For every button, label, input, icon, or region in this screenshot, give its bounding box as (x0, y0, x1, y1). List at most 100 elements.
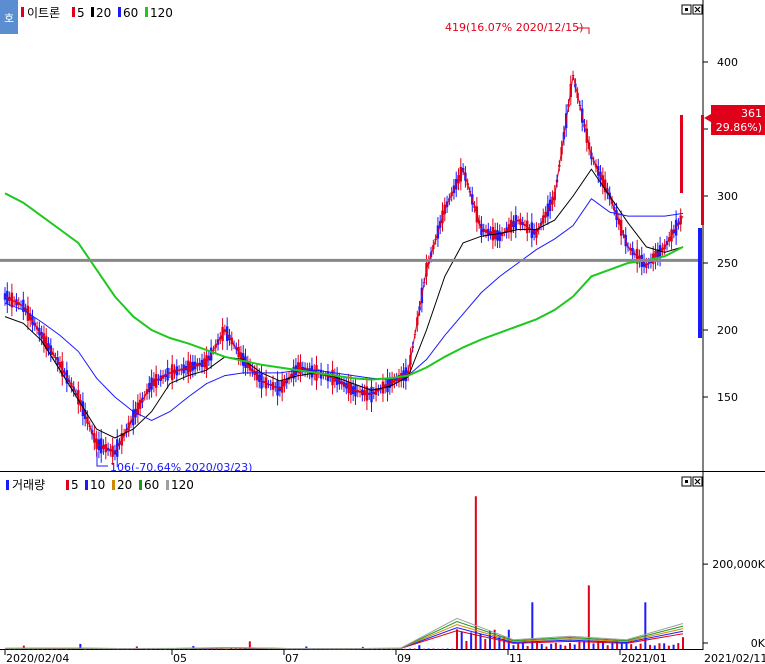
volume-title-marker (6, 480, 9, 490)
volume-legend-marker-5 (66, 480, 69, 490)
volume-bar (550, 643, 553, 649)
volume-bar (649, 644, 652, 649)
volume-bar (630, 644, 633, 649)
volume-bar (526, 645, 529, 649)
volume-bar (677, 642, 680, 649)
current-price: 361 (741, 107, 762, 120)
volume-legend: 5 10 20 60 120 (66, 478, 194, 492)
volume-tick-label: 0K (751, 637, 765, 650)
volume-bar (456, 629, 458, 649)
volume-legend-label-20: 20 (117, 478, 132, 492)
y-tick-label: 250 (717, 257, 738, 270)
volume-legend-marker-60 (139, 480, 142, 490)
volume-legend-label-120: 120 (171, 478, 194, 492)
volume-legend-marker-20 (112, 480, 115, 490)
x-tick-label: 07 (285, 652, 299, 664)
x-tick-label: 2021/02/11 (704, 652, 765, 664)
volume-bar (564, 645, 567, 649)
volume-bar (234, 648, 237, 650)
volume-bar (639, 643, 642, 649)
legend-marker-120 (145, 7, 148, 17)
volume-legend-marker-10 (85, 480, 88, 490)
range-bar-right-down (698, 228, 702, 338)
volume-legend-label-10: 10 (90, 478, 105, 492)
y-tick-label: 300 (717, 190, 738, 203)
volume-bar (55, 648, 58, 650)
volume-bar (211, 648, 214, 650)
volume-bar (220, 648, 223, 650)
volume-bar (667, 645, 670, 649)
volume-bar (578, 641, 581, 649)
volume-bar (653, 645, 656, 649)
volume-legend-marker-120 (166, 480, 169, 490)
volume-bar (418, 645, 421, 649)
volume-bar (517, 643, 520, 649)
legend-label-60: 60 (123, 6, 138, 20)
volume-bar (592, 643, 595, 649)
y-tick-label: 150 (717, 391, 738, 404)
volume-bar (559, 644, 562, 649)
volume-panel: 거래량 5 10 20 60 120 0K 200,000K 2020/02/04 05 07… (0, 472, 765, 664)
volume-bar (225, 648, 228, 650)
volume-bar (215, 648, 218, 650)
volume-title: 거래량 (12, 478, 45, 492)
legend-marker-60 (118, 7, 121, 17)
corner-label: 호 (4, 12, 14, 25)
volume-maximize-icon (685, 480, 688, 483)
y-tick-label: 200 (717, 324, 738, 337)
volume-bar (206, 648, 209, 650)
y-tick-label: 400 (717, 56, 738, 69)
volume-bar (441, 648, 444, 650)
range-bar-up (680, 115, 683, 193)
volume-bar (569, 643, 571, 649)
volume-bar (446, 648, 449, 650)
low-annotation: 106(-70.64% 2020/03/23) (110, 461, 252, 472)
volume-bar (437, 648, 440, 650)
volume-bar (663, 643, 666, 649)
volume-legend-label-60: 60 (144, 478, 159, 492)
chart-window: 호 이트론 52060120 150200250300350400 419(16… (0, 0, 765, 664)
x-tick-label: 09 (397, 652, 411, 664)
volume-bar (644, 602, 647, 649)
volume-bar (413, 648, 416, 650)
volume-bar (451, 648, 454, 650)
volume-bar (554, 642, 557, 649)
volume-bar (427, 648, 430, 650)
volume-bar (470, 632, 473, 649)
volume-bar (423, 648, 426, 650)
stock-title: 이트론 (27, 6, 60, 20)
x-tick-label: 2020/02/04 (6, 652, 69, 664)
volume-bar (512, 645, 515, 649)
legend-marker-20 (91, 7, 94, 17)
volume-bar (521, 643, 524, 649)
volume-bar (488, 630, 491, 649)
volume-bar (536, 642, 539, 649)
legend-label-5: 5 (77, 6, 85, 20)
volume-bar (465, 640, 468, 649)
volume-bar (404, 648, 407, 650)
volume-bar (611, 642, 614, 649)
volume-bar (606, 645, 609, 649)
volume-bar (682, 637, 684, 649)
volume-tick-label: 200,000K (712, 558, 765, 571)
high-annotation: 419(16.07% 2020/12/15) (445, 21, 583, 34)
legend-label-120: 120 (150, 6, 173, 20)
volume-bar (540, 643, 543, 649)
title-marker (21, 7, 24, 17)
volume-bar (634, 646, 637, 649)
range-bar-right-up (701, 115, 704, 225)
maximize-icon (685, 8, 688, 11)
volume-bar (573, 644, 576, 649)
volume-bar (658, 643, 661, 649)
volume-legend-label-5: 5 (71, 478, 79, 492)
volume-bar (484, 639, 487, 649)
volume-bar (672, 644, 675, 649)
legend-marker-5 (72, 7, 75, 17)
current-change: ( 29.86%) (708, 121, 762, 134)
volume-bar (545, 646, 548, 649)
x-tick-label: 2021/01 (621, 652, 667, 664)
volume-bar (460, 631, 463, 649)
volume-bar (408, 648, 411, 650)
price-panel: 호 이트론 52060120 150200250300350400 419(16… (0, 0, 765, 472)
x-tick-label: 11 (509, 652, 523, 664)
